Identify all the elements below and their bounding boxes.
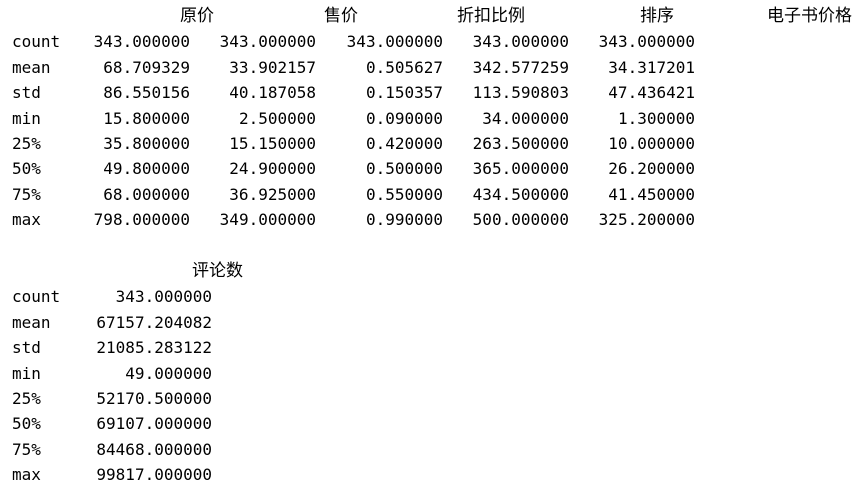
row-index-label: mean	[12, 57, 51, 77]
table-row: 50% 49.800000 24.900000 0.500000 365.000000 2…	[0, 156, 865, 181]
table-cell: 68.709329	[103, 57, 190, 77]
table-cell: 0.550000	[365, 184, 443, 204]
column-header-rank: 排序	[640, 6, 674, 26]
table-row: std 21085.283122	[0, 335, 865, 360]
cutoff-output-line	[0, 0, 160, 2]
row-index-label: 50%	[12, 159, 41, 179]
table-row: 25% 52170.500000	[0, 386, 865, 411]
table-cell: 24.900000	[229, 159, 316, 179]
table-cell: 49.000000	[125, 363, 212, 383]
table-cell: 343.000000	[346, 32, 443, 52]
column-header-discount-ratio: 折扣比例	[457, 6, 525, 26]
table-cell: 33.902157	[229, 57, 316, 77]
table-row: 50% 69107.000000	[0, 411, 865, 436]
table-cell: 0.500000	[365, 159, 443, 179]
table-row: mean 68.709329 33.902157 0.505627 342.577259…	[0, 55, 865, 80]
table-header-row: 原价 售价 折扣比例 排序 电子书价格	[0, 4, 865, 29]
table-cell: 99817.000000	[96, 465, 212, 485]
row-index-label: 75%	[12, 184, 41, 204]
table-header-row: 评论数	[0, 259, 865, 284]
table-cell: 15.150000	[229, 133, 316, 153]
row-index-label: 50%	[12, 414, 41, 434]
table-row: max 798.000000 349.000000 0.990000 500.00000…	[0, 207, 865, 232]
column-header-ebook-price: 电子书价格	[767, 6, 852, 26]
table-cell: 343.000000	[598, 32, 695, 52]
table-cell: 263.500000	[472, 133, 569, 153]
row-index-label: 25%	[12, 388, 41, 408]
table-cell: 343.000000	[115, 287, 212, 307]
table-cell: 0.990000	[365, 210, 443, 230]
row-index-label: min	[12, 363, 41, 383]
table-cell: 49.800000	[103, 159, 190, 179]
table-cell: 40.187058	[229, 83, 316, 103]
table-cell: 343.000000	[219, 32, 316, 52]
table-cell: 41.450000	[608, 184, 695, 204]
table-row: count 343.000000 343.000000 343.000000 343.0…	[0, 29, 865, 54]
table-cell: 34.000000	[482, 108, 569, 128]
describe-table-1: 原价 售价 折扣比例 排序 电子书价格 count 343.000000 343.0…	[0, 4, 865, 233]
table-row: count 343.000000	[0, 284, 865, 309]
column-header-comment-count: 评论数	[192, 261, 243, 281]
table-row: 75% 68.000000 36.925000 0.550000 434.500000 4…	[0, 182, 865, 207]
table-row: std 86.550156 40.187058 0.150357 113.590803 4…	[0, 80, 865, 105]
table-cell: 68.000000	[103, 184, 190, 204]
table-row: max 99817.000000	[0, 462, 865, 487]
row-index-label: 75%	[12, 439, 41, 459]
table-cell: 1.300000	[617, 108, 695, 128]
table-cell: 0.505627	[365, 57, 443, 77]
table-cell: 2.500000	[238, 108, 316, 128]
table-cell: 84468.000000	[96, 439, 212, 459]
describe-table-2: 评论数 count 343.000000 mean 67157.204082 std 21…	[0, 259, 865, 488]
table-cell: 10.000000	[608, 133, 695, 153]
row-index-label: 25%	[12, 133, 41, 153]
table-cell: 86.550156	[103, 83, 190, 103]
table-row: mean 67157.204082	[0, 310, 865, 335]
row-index-label: count	[12, 287, 61, 307]
table-row: 25% 35.800000 15.150000 0.420000 263.500000 1…	[0, 131, 865, 156]
row-index-label: mean	[12, 312, 51, 332]
table-cell: 0.150357	[365, 83, 443, 103]
table-cell: 343.000000	[93, 32, 190, 52]
table-cell: 36.925000	[229, 184, 316, 204]
row-index-label: count	[12, 32, 61, 52]
table-cell: 365.000000	[472, 159, 569, 179]
table-row: min 15.800000 2.500000 0.090000 34.000000 1.3…	[0, 106, 865, 131]
table-cell: 349.000000	[219, 210, 316, 230]
table-cell: 342.577259	[472, 57, 569, 77]
table-cell: 343.000000	[472, 32, 569, 52]
table-cell: 0.420000	[365, 133, 443, 153]
table-cell: 35.800000	[103, 133, 190, 153]
table-cell: 26.200000	[608, 159, 695, 179]
row-index-label: min	[12, 108, 41, 128]
table-cell: 500.000000	[472, 210, 569, 230]
table-cell: 34.317201	[608, 57, 695, 77]
table-cell: 15.800000	[103, 108, 190, 128]
table-cell: 21085.283122	[96, 338, 212, 358]
table-row: min 49.000000	[0, 361, 865, 386]
table-cell: 434.500000	[472, 184, 569, 204]
table-row: 75% 84468.000000	[0, 437, 865, 462]
column-header-sale-price: 售价	[324, 6, 358, 26]
row-index-label: std	[12, 83, 41, 103]
row-index-label: std	[12, 338, 41, 358]
row-index-label: max	[12, 210, 41, 230]
row-index-label: max	[12, 465, 41, 485]
table-cell: 67157.204082	[96, 312, 212, 332]
table-cell: 47.436421	[608, 83, 695, 103]
column-header-original-price: 原价	[180, 6, 214, 26]
table-cell: 52170.500000	[96, 388, 212, 408]
table-cell: 798.000000	[93, 210, 190, 230]
table-cell: 113.590803	[472, 83, 569, 103]
table-cell: 69107.000000	[96, 414, 212, 434]
table-cell: 0.090000	[365, 108, 443, 128]
table-cell: 325.200000	[598, 210, 695, 230]
